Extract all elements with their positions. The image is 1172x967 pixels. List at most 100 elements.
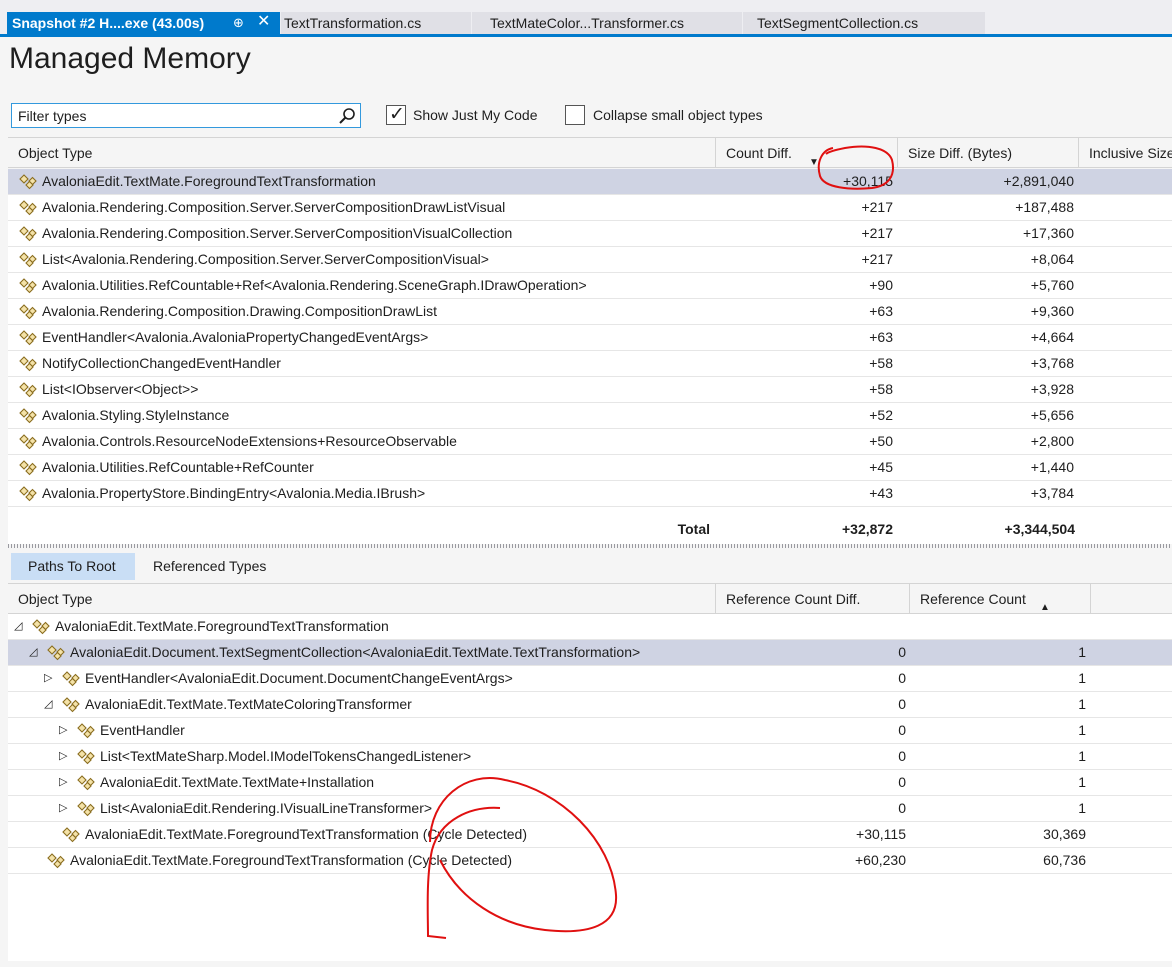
class-icon: [62, 827, 80, 843]
tab-textmate-coloring-transformer[interactable]: TextMateColor...Transformer.cs: [472, 12, 742, 34]
close-icon[interactable]: ✕: [257, 11, 270, 33]
collapsed-arrow-icon[interactable]: ▷: [59, 775, 71, 789]
count-diff-value: +58: [869, 381, 893, 397]
reference-count-value: 1: [1078, 748, 1086, 764]
column-object-type[interactable]: Object Type: [8, 138, 716, 168]
collapsed-arrow-icon[interactable]: ▷: [59, 801, 71, 815]
tab-paths-to-root[interactable]: Paths To Root: [11, 553, 135, 580]
total-size-diff: +3,344,504: [1004, 521, 1075, 537]
table-row[interactable]: Avalonia.Controls.ResourceNodeExtensions…: [8, 429, 1172, 455]
table-row[interactable]: List<Avalonia.Rendering.Composition.Serv…: [8, 247, 1172, 273]
tree-row[interactable]: ▷ AvaloniaEdit.TextMate.TextMate+Installa…: [8, 770, 1172, 796]
expanded-arrow-icon[interactable]: ◿: [29, 645, 41, 659]
filter-types-input[interactable]: [12, 104, 332, 127]
object-type-name: NotifyCollectionChangedEventHandler: [42, 355, 281, 371]
tree-row[interactable]: ▷ List<TextMateSharp.Model.IModelTokensCh…: [8, 744, 1172, 770]
tree-node-name: AvaloniaEdit.TextMate.TextMate+Installat…: [100, 774, 375, 790]
reference-count-diff-value: 0: [898, 644, 906, 660]
object-type-name: Avalonia.Controls.ResourceNodeExtensions…: [42, 433, 457, 449]
class-icon: [19, 330, 37, 346]
table-row[interactable]: Avalonia.Rendering.Composition.Server.Se…: [8, 195, 1172, 221]
pin-icon[interactable]: ⊕: [233, 12, 244, 34]
tree-row[interactable]: ◿ AvaloniaEdit.TextMate.TextMateColoringT…: [8, 692, 1172, 718]
table-row[interactable]: Avalonia.Utilities.RefCountable+Ref<Aval…: [8, 273, 1172, 299]
size-diff-value: +2,800: [1030, 433, 1074, 449]
page-title: Managed Memory: [9, 42, 251, 75]
collapsed-arrow-icon[interactable]: ▷: [44, 671, 56, 685]
size-diff-value: +2,891,040: [1003, 173, 1074, 189]
table-row[interactable]: Avalonia.Rendering.Composition.Server.Se…: [8, 221, 1172, 247]
expanded-arrow-icon[interactable]: ◿: [14, 619, 26, 633]
tree-row[interactable]: ▷ EventHandler 0 1: [8, 718, 1172, 744]
expanded-arrow-icon[interactable]: ◿: [44, 697, 56, 711]
class-icon: [19, 304, 37, 320]
column-inclusive-size[interactable]: Inclusive Size: [1079, 138, 1172, 168]
tree-node-name: List<AvaloniaEdit.Rendering.IVisualLineT…: [100, 800, 433, 816]
class-icon: [62, 671, 80, 687]
show-just-my-code-checkbox[interactable]: [386, 103, 406, 126]
reference-count-diff-value: 0: [898, 696, 906, 712]
class-icon: [19, 434, 37, 450]
search-icon[interactable]: [338, 107, 356, 125]
class-icon: [19, 486, 37, 502]
document-tab-bar: Snapshot #2 H....exe (43.00s) ⊕ ✕ TextTr…: [0, 0, 1172, 37]
table-row[interactable]: EventHandler<Avalonia.AvaloniaPropertyCh…: [8, 325, 1172, 351]
tab-snapshot[interactable]: Snapshot #2 H....exe (43.00s) ⊕ ✕: [7, 12, 280, 34]
total-count-diff: +32,872: [842, 521, 893, 537]
reference-count-diff-value: 0: [898, 800, 906, 816]
column-reference-count-diff[interactable]: Reference Count Diff.: [716, 584, 910, 614]
size-diff-value: +5,760: [1030, 277, 1074, 293]
table-row[interactable]: NotifyCollectionChangedEventHandler +58 +3…: [8, 351, 1172, 377]
reference-count-diff-value: 0: [898, 670, 906, 686]
class-icon: [19, 226, 37, 242]
tree-row[interactable]: AvaloniaEdit.TextMate.ForegroundTextTran…: [8, 848, 1172, 874]
object-type-name: Avalonia.Utilities.RefCountable+Ref<Aval…: [42, 277, 587, 293]
class-icon: [32, 619, 50, 635]
column-count-diff[interactable]: Count Diff. ▼: [716, 138, 898, 168]
reference-count-diff-value: 0: [898, 748, 906, 764]
size-diff-value: +5,656: [1030, 407, 1074, 423]
table-row[interactable]: List<IObserver<Object>> +58 +3,928: [8, 377, 1172, 403]
size-diff-value: +4,664: [1030, 329, 1074, 345]
table-row[interactable]: AvaloniaEdit.TextMate.ForegroundTextTran…: [8, 169, 1172, 195]
collapsed-arrow-icon[interactable]: ▷: [59, 723, 71, 737]
count-diff-value: +217: [861, 251, 893, 267]
table-row[interactable]: Avalonia.Rendering.Composition.Drawing.C…: [8, 299, 1172, 325]
size-diff-value: +3,928: [1030, 381, 1074, 397]
object-type-name: List<Avalonia.Rendering.Composition.Serv…: [42, 251, 489, 267]
table-row[interactable]: Avalonia.PropertyStore.BindingEntry<Aval…: [8, 481, 1172, 507]
count-diff-value: +50: [869, 433, 893, 449]
table-row[interactable]: Avalonia.Utilities.RefCountable+RefCount…: [8, 455, 1172, 481]
size-diff-value: +3,784: [1030, 485, 1074, 501]
tree-row[interactable]: ◿ AvaloniaEdit.Document.TextSegmentCollec…: [8, 640, 1172, 666]
tab-text-segment-collection[interactable]: TextSegmentCollection.cs: [743, 12, 985, 34]
reference-count-value: 1: [1078, 800, 1086, 816]
paths-grid-header: Object Type Reference Count Diff. Refere…: [8, 583, 1172, 614]
size-diff-value: +8,064: [1030, 251, 1074, 267]
tab-underline: [0, 34, 1172, 37]
reference-count-value: 1: [1078, 722, 1086, 738]
tree-row[interactable]: ◿ AvaloniaEdit.TextMate.ForegroundTextTra…: [8, 614, 1172, 640]
panel-splitter[interactable]: [8, 544, 1172, 548]
object-type-name: Avalonia.Utilities.RefCountable+RefCount…: [42, 459, 314, 475]
tree-row[interactable]: ▷ EventHandler<AvaloniaEdit.Document.Docu…: [8, 666, 1172, 692]
show-just-my-code-label[interactable]: Show Just My Code: [413, 107, 538, 123]
tab-text-transformation[interactable]: TextTransformation.cs: [281, 12, 471, 34]
class-icon: [62, 697, 80, 713]
collapsed-arrow-icon[interactable]: ▷: [59, 749, 71, 763]
class-icon: [47, 853, 65, 869]
column-size-diff[interactable]: Size Diff. (Bytes): [898, 138, 1079, 168]
column-reference-count[interactable]: Reference Count ▲: [910, 584, 1091, 614]
table-row[interactable]: Avalonia.Styling.StyleInstance +52 +5,656: [8, 403, 1172, 429]
tree-row[interactable]: ▷ List<AvaloniaEdit.Rendering.IVisualLine…: [8, 796, 1172, 822]
column-object-type-lower[interactable]: Object Type: [8, 584, 716, 614]
count-diff-value: +58: [869, 355, 893, 371]
count-diff-value: +90: [869, 277, 893, 293]
size-diff-value: +1,440: [1030, 459, 1074, 475]
filter-types-box[interactable]: [11, 103, 361, 128]
size-diff-value: +17,360: [1023, 225, 1074, 241]
tree-row[interactable]: AvaloniaEdit.TextMate.ForegroundTextTran…: [8, 822, 1172, 848]
collapse-small-object-types-label[interactable]: Collapse small object types: [593, 107, 763, 123]
tab-referenced-types[interactable]: Referenced Types: [143, 553, 276, 580]
collapse-small-object-types-checkbox[interactable]: [565, 105, 585, 125]
